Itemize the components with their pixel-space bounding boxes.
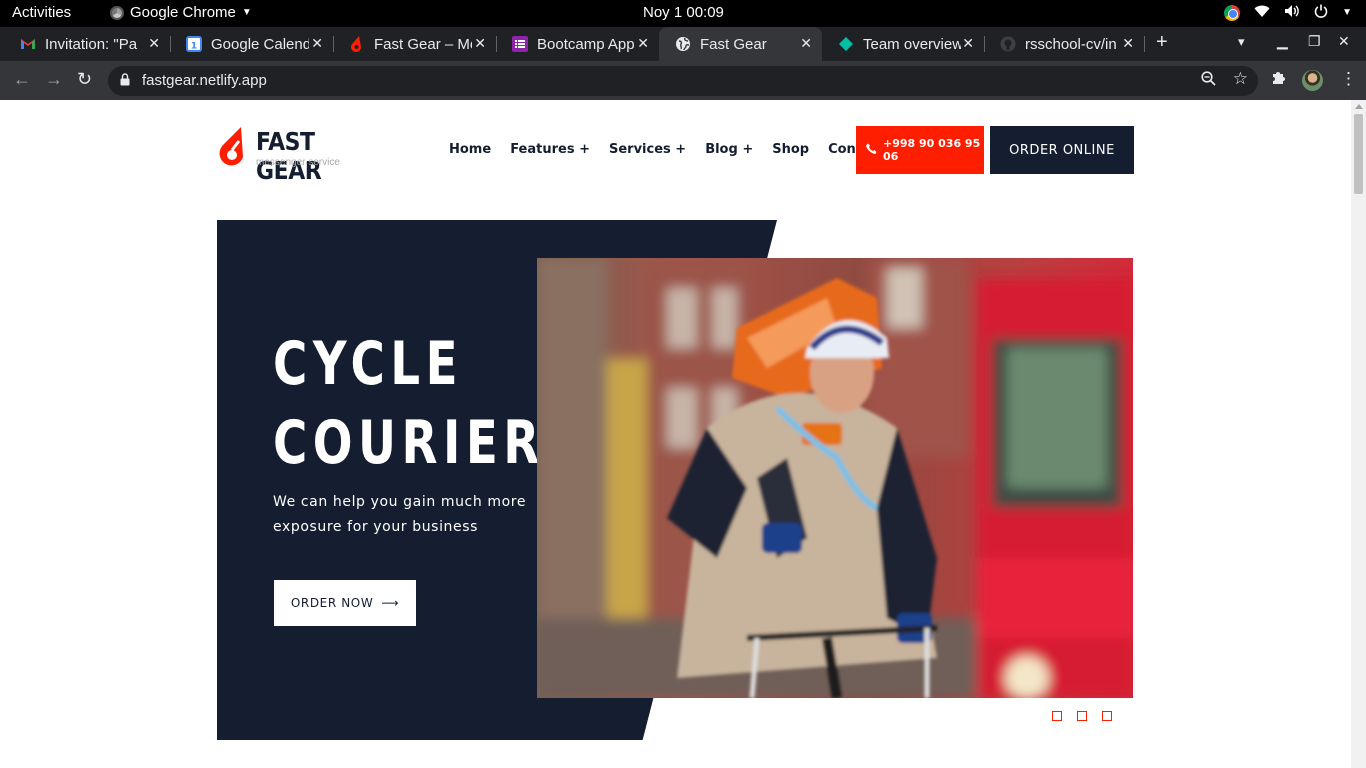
web-page: FAST GEAR messenger service Home Feature…	[0, 100, 1351, 768]
reload-icon[interactable]: ↻	[77, 69, 92, 90]
close-window-icon[interactable]: ✕	[1338, 33, 1350, 50]
phone-icon	[866, 143, 877, 157]
caret-down-icon: ▼	[1342, 7, 1352, 18]
slider-pagination	[1052, 711, 1112, 721]
power-icon	[1314, 4, 1328, 21]
nav-home[interactable]: Home	[449, 142, 491, 157]
chrome-notification-icon[interactable]	[1224, 4, 1241, 21]
slide-dot[interactable]	[1052, 711, 1062, 721]
forward-arrow-icon[interactable]: →	[45, 69, 63, 90]
order-online-button[interactable]: ORDER ONLINE	[990, 126, 1134, 174]
hero-subtitle: We can help you gain much more exposure …	[273, 494, 527, 535]
system-top-bar: Activities Google Chrome ▼ Noy 1 00:09 ▼	[0, 0, 1366, 27]
hero-title-line2: COURIER	[273, 408, 545, 478]
lock-icon[interactable]	[120, 73, 130, 86]
tab-title: Fast Gear	[700, 35, 767, 53]
phone-number: +998 90 036 95 06	[883, 137, 981, 163]
main-navigation: Home Features + Services + Blog + Shop C…	[449, 142, 904, 157]
close-icon[interactable]: ✕	[474, 35, 486, 52]
scrollbar-thumb[interactable]	[1354, 114, 1363, 194]
volume-icon	[1284, 4, 1300, 21]
github-icon	[1000, 36, 1016, 52]
tab-search-chevron-icon[interactable]: ▾	[1238, 34, 1245, 50]
list-app-icon	[512, 36, 528, 52]
tab-strip: Invitation: "Pa ✕ 1 Google Calend ✕ Fast…	[0, 27, 1366, 61]
activities-button[interactable]: Activities	[12, 4, 71, 21]
caret-down-icon: ▼	[241, 7, 252, 18]
tab-title: Google Calend	[211, 35, 309, 53]
minimize-icon[interactable]: ▁	[1277, 33, 1288, 50]
order-now-button[interactable]: ORDER NOW ⟶	[274, 580, 416, 626]
site-logo[interactable]: FAST GEAR messenger service	[217, 125, 387, 185]
profile-avatar[interactable]	[1302, 70, 1323, 91]
tab-title: Fast Gear – Me	[374, 35, 472, 53]
address-bar[interactable]: fastgear.netlify.app ☆	[108, 66, 1258, 96]
extensions-puzzle-icon[interactable]	[1271, 70, 1287, 91]
nav-services[interactable]: Services +	[609, 142, 686, 157]
svg-text:1: 1	[191, 42, 197, 52]
phone-button[interactable]: +998 90 036 95 06	[856, 126, 984, 174]
hero-title: CYCLE COURIER	[273, 325, 545, 483]
order-now-label: ORDER NOW	[290, 596, 374, 610]
tab-bootcamp-app[interactable]: Bootcamp App ✕	[496, 27, 659, 61]
new-tab-button[interactable]: +	[1156, 31, 1168, 54]
bookmark-star-icon[interactable]: ☆	[1233, 69, 1248, 89]
close-icon[interactable]: ✕	[800, 35, 812, 52]
browser-toolbar: ← → ↻ fastgear.netlify.app ☆ ⋮	[0, 61, 1366, 100]
tab-title: rsschool-cv/in	[1025, 35, 1117, 53]
tab-rsschool-cv[interactable]: rsschool-cv/in ✕	[984, 27, 1145, 61]
close-icon[interactable]: ✕	[1122, 35, 1134, 52]
close-icon[interactable]: ✕	[637, 35, 649, 52]
chrome-icon	[110, 5, 124, 20]
nav-shop[interactable]: Shop	[772, 142, 809, 157]
hero-image	[537, 258, 1133, 698]
page-scrollbar[interactable]	[1351, 100, 1366, 768]
restore-icon[interactable]: ❐	[1308, 33, 1321, 50]
nav-blog[interactable]: Blog +	[705, 142, 753, 157]
zoom-icon[interactable]	[1201, 71, 1216, 90]
scroll-up-arrow-icon[interactable]	[1355, 104, 1363, 109]
hero-title-line1: CYCLE	[273, 329, 464, 399]
arrow-right-icon: ⟶	[381, 596, 400, 610]
tab-google-calendar[interactable]: 1 Google Calend ✕	[170, 27, 334, 61]
close-icon[interactable]: ✕	[311, 35, 323, 52]
clock[interactable]: Noy 1 00:09	[643, 4, 724, 21]
tab-title: Team overview	[863, 35, 961, 53]
brand-name: FAST GEAR	[256, 127, 322, 185]
tab-fast-gear-messenger[interactable]: Fast Gear – Me ✕	[333, 27, 497, 61]
diamond-icon	[838, 36, 854, 52]
gmail-icon	[20, 36, 36, 52]
tab-separator	[1144, 36, 1145, 52]
slide-dot[interactable]	[1102, 711, 1112, 721]
nav-features[interactable]: Features +	[510, 142, 590, 157]
tab-title: Bootcamp App	[537, 35, 635, 53]
tab-fast-gear-active[interactable]: Fast Gear ✕	[659, 27, 822, 61]
system-tray[interactable]: ▼	[1224, 4, 1352, 21]
close-icon[interactable]: ✕	[962, 35, 974, 52]
wifi-icon	[1254, 5, 1270, 21]
globe-icon	[675, 36, 691, 52]
app-menu-label: Google Chrome	[130, 4, 236, 21]
app-menu[interactable]: Google Chrome ▼	[110, 4, 252, 21]
tab-team-overview[interactable]: Team overview ✕	[822, 27, 985, 61]
tab-title: Invitation: "Pa	[45, 35, 138, 53]
fast-gear-icon	[349, 36, 365, 52]
slide-dot[interactable]	[1077, 711, 1087, 721]
back-arrow-icon[interactable]: ←	[13, 69, 31, 90]
brand-tagline: messenger service	[256, 157, 340, 168]
fast-gear-logo-icon	[217, 127, 247, 173]
tab-gmail[interactable]: Invitation: "Pa ✕	[4, 27, 171, 61]
url-text[interactable]: fastgear.netlify.app	[142, 72, 267, 89]
close-icon[interactable]: ✕	[148, 35, 160, 52]
calendar-icon: 1	[186, 36, 202, 52]
more-menu-icon[interactable]: ⋮	[1340, 69, 1357, 89]
